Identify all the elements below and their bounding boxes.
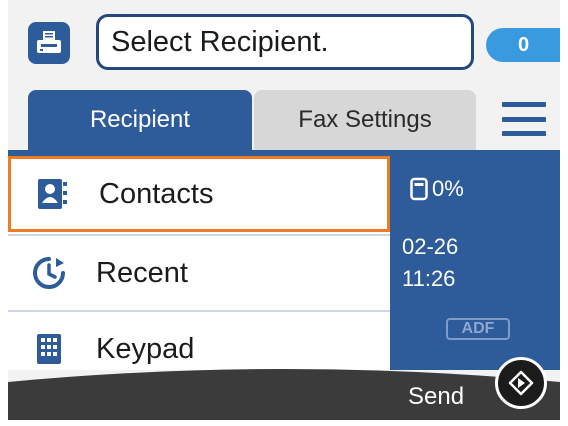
date-display: 02-26	[402, 234, 459, 259]
send-label: Send	[408, 383, 465, 410]
tab-fax-settings[interactable]: Fax Settings	[254, 90, 476, 150]
bottom-bar	[8, 369, 560, 420]
memory-usage-value: 0%	[432, 176, 464, 201]
tab-recipient-label: Recipient	[89, 106, 191, 133]
recipient-count-badge[interactable]: 0	[486, 28, 560, 62]
fax-machine-icon	[37, 31, 61, 53]
recipient-count-value: 0	[518, 33, 530, 56]
recipient-source-list: Contacts Recent Keypad	[8, 156, 390, 370]
recipient-input-field[interactable]: Select Recipient.	[96, 14, 474, 70]
start-diamond-icon	[508, 370, 534, 396]
list-item-label: Recent	[96, 256, 188, 289]
adf-indicator: ADF	[446, 318, 510, 340]
printer-control-panel: Select Recipient. 0 Recipient Fax Settin…	[8, 0, 560, 420]
contacts-book-icon	[33, 175, 71, 213]
status-panel: 0% 02-26 11:26 ADF	[390, 156, 560, 370]
tab-recipient[interactable]: Recipient	[28, 90, 252, 150]
memory-cylinder-icon	[410, 177, 428, 201]
fax-memory-status: 0%	[410, 176, 464, 202]
time-display: 11:26	[402, 266, 456, 291]
recent-history-icon	[30, 254, 68, 292]
tab-fax-settings-label: Fax Settings	[298, 106, 432, 133]
recipient-field-text: Select Recipient.	[111, 25, 329, 58]
hamburger-menu-icon[interactable]	[502, 100, 546, 138]
list-item-contacts[interactable]: Contacts	[8, 156, 390, 232]
fax-mode-icon[interactable]	[28, 22, 70, 64]
list-item-recent[interactable]: Recent	[8, 234, 390, 310]
list-item-label: Contacts	[99, 177, 214, 210]
start-send-button[interactable]	[495, 357, 547, 409]
